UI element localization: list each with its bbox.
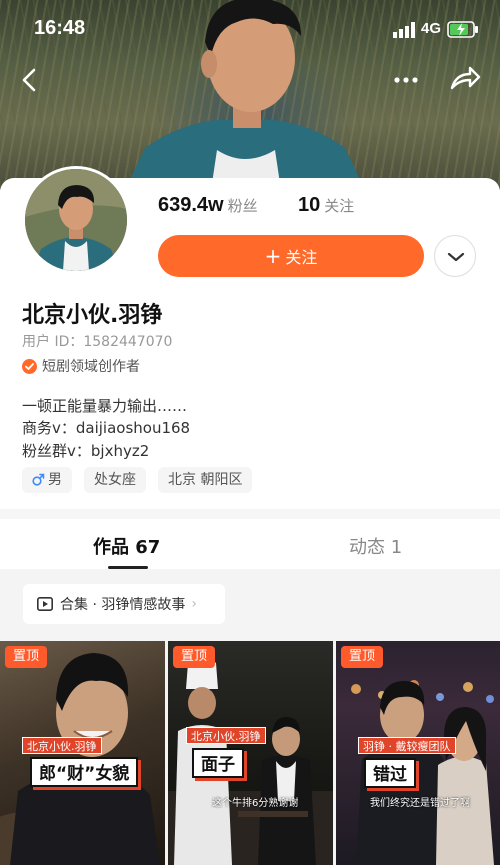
following-count: 10	[298, 194, 321, 216]
following-label: 关注	[324, 197, 355, 215]
avatar-photo	[25, 169, 127, 271]
video-title: 郎“财”女貌	[30, 757, 139, 787]
gender-label: 男	[48, 472, 62, 488]
signal-icon	[393, 22, 415, 38]
avatar[interactable]	[22, 166, 130, 274]
tab-works[interactable]: 作品 67	[93, 533, 160, 559]
follow-button[interactable]: + 关注	[158, 235, 424, 277]
expand-recommend-button[interactable]	[434, 235, 476, 277]
battery-charging-icon	[447, 21, 478, 38]
collection-chip[interactable]: 合集 · 羽铮情感故事 ›	[23, 584, 225, 624]
video-card[interactable]: 置顶 北京小伙.羽铮 面子 这个牛排6分熟谢谢	[168, 641, 333, 865]
video-subtitle: 这个牛排6分熟谢谢	[212, 798, 299, 809]
share-button[interactable]	[448, 62, 482, 96]
creator-badge[interactable]: 短剧领域创作者	[22, 356, 140, 376]
verified-creator-icon	[22, 358, 37, 374]
location-tag: 北京 朝阳区	[158, 467, 253, 493]
more-dots-icon	[394, 77, 418, 83]
bio-line: 商务v：daijiaoshou168	[22, 419, 191, 437]
fans-stat[interactable]: 639.4w 粉丝	[158, 194, 258, 217]
user-id-label: 用户 ID：	[22, 334, 84, 350]
pinned-badge: 置顶	[341, 646, 384, 668]
share-icon	[450, 66, 481, 90]
status-time: 16:48	[34, 17, 86, 39]
video-card[interactable]: 置顶 羽铮 · 戴较瘦团队 错过 我们终究还是错过了啊	[336, 641, 500, 865]
male-icon	[32, 473, 45, 486]
video-title: 面子	[192, 748, 244, 778]
chevron-down-icon	[447, 252, 465, 262]
video-title: 错过	[364, 758, 416, 788]
bio-line: 一顿正能量暴力输出……	[22, 397, 188, 415]
pinned-badge: 置顶	[173, 646, 216, 668]
network-type: 4G	[421, 20, 442, 37]
plus-icon: +	[264, 244, 282, 268]
playlist-icon	[37, 597, 53, 611]
user-id: 用户 ID：1582447070	[22, 331, 172, 351]
collection-label: 合集 · 羽铮情感故事	[60, 597, 186, 613]
cover-author-tag: 羽铮 · 戴较瘦团队	[358, 737, 456, 754]
profile-banner: 16:48 4G	[0, 0, 500, 190]
pinned-badge: 置顶	[5, 646, 48, 668]
back-arrow-icon	[22, 68, 36, 92]
back-button[interactable]	[16, 64, 44, 96]
section-divider	[0, 509, 500, 519]
profile-name: 北京小伙.羽铮	[22, 303, 163, 328]
video-subtitle: 我们终究还是错过了啊	[370, 798, 470, 809]
cover-author-tag: 北京小伙.羽铮	[186, 727, 266, 744]
video-card[interactable]: 置顶 北京小伙.羽铮 郎“财”女貌	[0, 641, 165, 865]
follow-button-label: 关注	[285, 248, 318, 267]
fans-label: 粉丝	[227, 197, 258, 215]
creator-badge-label: 短剧领域创作者	[42, 359, 140, 375]
tab-moments[interactable]: 动态 1	[349, 533, 402, 559]
status-bar: 16:48 4G	[0, 0, 500, 60]
more-button[interactable]	[390, 64, 422, 96]
following-stat[interactable]: 10 关注	[298, 194, 354, 217]
cover-author-tag: 北京小伙.羽铮	[22, 737, 102, 754]
user-id-value: 1582447070	[83, 334, 173, 350]
chevron-right-icon: ›	[191, 596, 197, 612]
zodiac-tag: 处女座	[84, 467, 146, 493]
gender-tag: 男	[22, 467, 72, 493]
bio-line: 粉丝群v：bjxhyz2	[22, 442, 150, 460]
fans-count: 639.4w	[158, 194, 224, 216]
